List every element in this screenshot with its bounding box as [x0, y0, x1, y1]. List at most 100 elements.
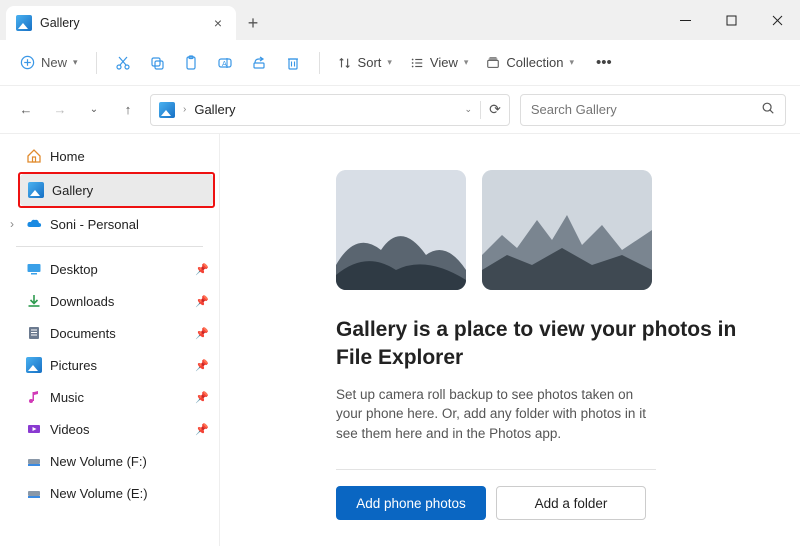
sort-icon: [338, 56, 352, 70]
divider: [336, 469, 656, 470]
sidebar-item-label: Videos: [50, 422, 90, 437]
music-icon: [26, 389, 42, 405]
separator: [319, 52, 320, 74]
new-tab-button[interactable]: +: [236, 6, 270, 40]
sidebar-item-label: Home: [50, 149, 85, 164]
gallery-icon: [28, 182, 44, 198]
rename-button[interactable]: A: [209, 47, 241, 79]
sidebar-item-videos[interactable]: Videos 📌: [0, 413, 219, 445]
address-bar[interactable]: › Gallery ⌄ ⟳: [150, 94, 510, 126]
separator: [96, 52, 97, 74]
gallery-icon: [16, 15, 32, 31]
collection-button[interactable]: Collection ▾: [478, 47, 582, 79]
copy-icon: [149, 55, 165, 71]
address-dropdown[interactable]: ⌄: [465, 104, 473, 115]
pin-icon: 📌: [195, 423, 209, 436]
tab-title: Gallery: [40, 16, 202, 30]
title-bar: Gallery × +: [0, 0, 800, 40]
collection-label: Collection: [506, 55, 563, 70]
window-controls: [662, 0, 800, 40]
cut-button[interactable]: [107, 47, 139, 79]
refresh-button[interactable]: ⟳: [489, 101, 501, 118]
chevron-down-icon: ▾: [387, 57, 392, 68]
maximize-button[interactable]: [708, 0, 754, 40]
chevron-down-icon: ▾: [570, 57, 575, 68]
pin-icon: 📌: [195, 391, 209, 404]
sidebar-item-volume-e[interactable]: New Volume (E:): [0, 477, 219, 509]
new-button[interactable]: New ▾: [12, 47, 86, 79]
paste-button[interactable]: [175, 47, 207, 79]
onedrive-icon: [26, 216, 42, 232]
drive-icon: [26, 453, 42, 469]
sample-thumbnail: [482, 170, 652, 290]
rename-icon: A: [217, 55, 233, 71]
chevron-down-icon: ▾: [73, 57, 78, 68]
sample-thumbnail: [336, 170, 466, 290]
paste-icon: [183, 55, 199, 71]
sidebar-item-onedrive[interactable]: Soni - Personal: [0, 208, 219, 240]
minimize-button[interactable]: [662, 0, 708, 40]
breadcrumb-sep: ›: [183, 104, 186, 115]
sidebar-item-label: Pictures: [50, 358, 97, 373]
add-folder-button[interactable]: Add a folder: [496, 486, 646, 520]
share-icon: [251, 55, 267, 71]
cut-icon: [115, 55, 131, 71]
main-content: Gallery is a place to view your photos i…: [220, 134, 800, 546]
sort-button[interactable]: Sort ▾: [330, 47, 400, 79]
sidebar-item-documents[interactable]: Documents 📌: [0, 317, 219, 349]
svg-text:A: A: [222, 61, 227, 68]
pin-icon: 📌: [195, 327, 209, 340]
home-icon: [26, 148, 42, 164]
address-row: ← → ⌄ ↑ › Gallery ⌄ ⟳: [0, 86, 800, 134]
highlighted-selection: Gallery: [18, 172, 215, 208]
forward-button[interactable]: →: [48, 98, 72, 122]
documents-icon: [26, 325, 42, 341]
view-button[interactable]: View ▾: [402, 47, 476, 79]
add-phone-photos-button[interactable]: Add phone photos: [336, 486, 486, 520]
toolbar: New ▾ A Sort ▾ View ▾ Collection ▾ •••: [0, 40, 800, 86]
sidebar-item-label: Soni - Personal: [50, 217, 139, 232]
sidebar-item-label: Documents: [50, 326, 116, 341]
sidebar-item-pictures[interactable]: Pictures 📌: [0, 349, 219, 381]
sidebar-item-label: Music: [50, 390, 84, 405]
chevron-down-icon: ▾: [464, 57, 469, 68]
copy-button[interactable]: [141, 47, 173, 79]
sidebar-item-music[interactable]: Music 📌: [0, 381, 219, 413]
body: Home Gallery Soni - Personal Desktop 📌 D…: [0, 134, 800, 546]
sidebar-item-label: Gallery: [52, 183, 93, 198]
sort-label: Sort: [358, 55, 382, 70]
close-tab-icon[interactable]: ×: [210, 15, 226, 31]
delete-icon: [285, 55, 301, 71]
sidebar-item-home[interactable]: Home: [0, 140, 219, 172]
view-icon: [410, 56, 424, 70]
recent-dropdown[interactable]: ⌄: [82, 98, 106, 122]
delete-button[interactable]: [277, 47, 309, 79]
search-icon[interactable]: [761, 101, 775, 118]
share-button[interactable]: [243, 47, 275, 79]
sidebar-item-volume-f[interactable]: New Volume (F:): [0, 445, 219, 477]
button-row: Add phone photos Add a folder: [336, 486, 774, 520]
pin-icon: 📌: [195, 295, 209, 308]
new-label: New: [41, 55, 67, 70]
plus-circle-icon: [20, 55, 35, 70]
back-button[interactable]: ←: [14, 98, 38, 122]
close-window-button[interactable]: [754, 0, 800, 40]
gallery-icon: [159, 102, 175, 118]
empty-state-description: Set up camera roll backup to see photos …: [336, 385, 646, 444]
search-bar[interactable]: [520, 94, 786, 126]
tab-gallery[interactable]: Gallery ×: [6, 6, 236, 40]
desktop-icon: [26, 261, 42, 277]
empty-state-title: Gallery is a place to view your photos i…: [336, 316, 774, 373]
sidebar-item-gallery[interactable]: Gallery: [20, 174, 213, 206]
pin-icon: 📌: [195, 359, 209, 372]
drive-icon: [26, 485, 42, 501]
breadcrumb[interactable]: Gallery: [194, 102, 235, 117]
up-button[interactable]: ↑: [116, 98, 140, 122]
search-input[interactable]: [531, 102, 761, 117]
sidebar-item-downloads[interactable]: Downloads 📌: [0, 285, 219, 317]
more-button[interactable]: •••: [588, 47, 620, 79]
sidebar-item-desktop[interactable]: Desktop 📌: [0, 253, 219, 285]
view-label: View: [430, 55, 458, 70]
pictures-icon: [26, 357, 42, 373]
downloads-icon: [26, 293, 42, 309]
